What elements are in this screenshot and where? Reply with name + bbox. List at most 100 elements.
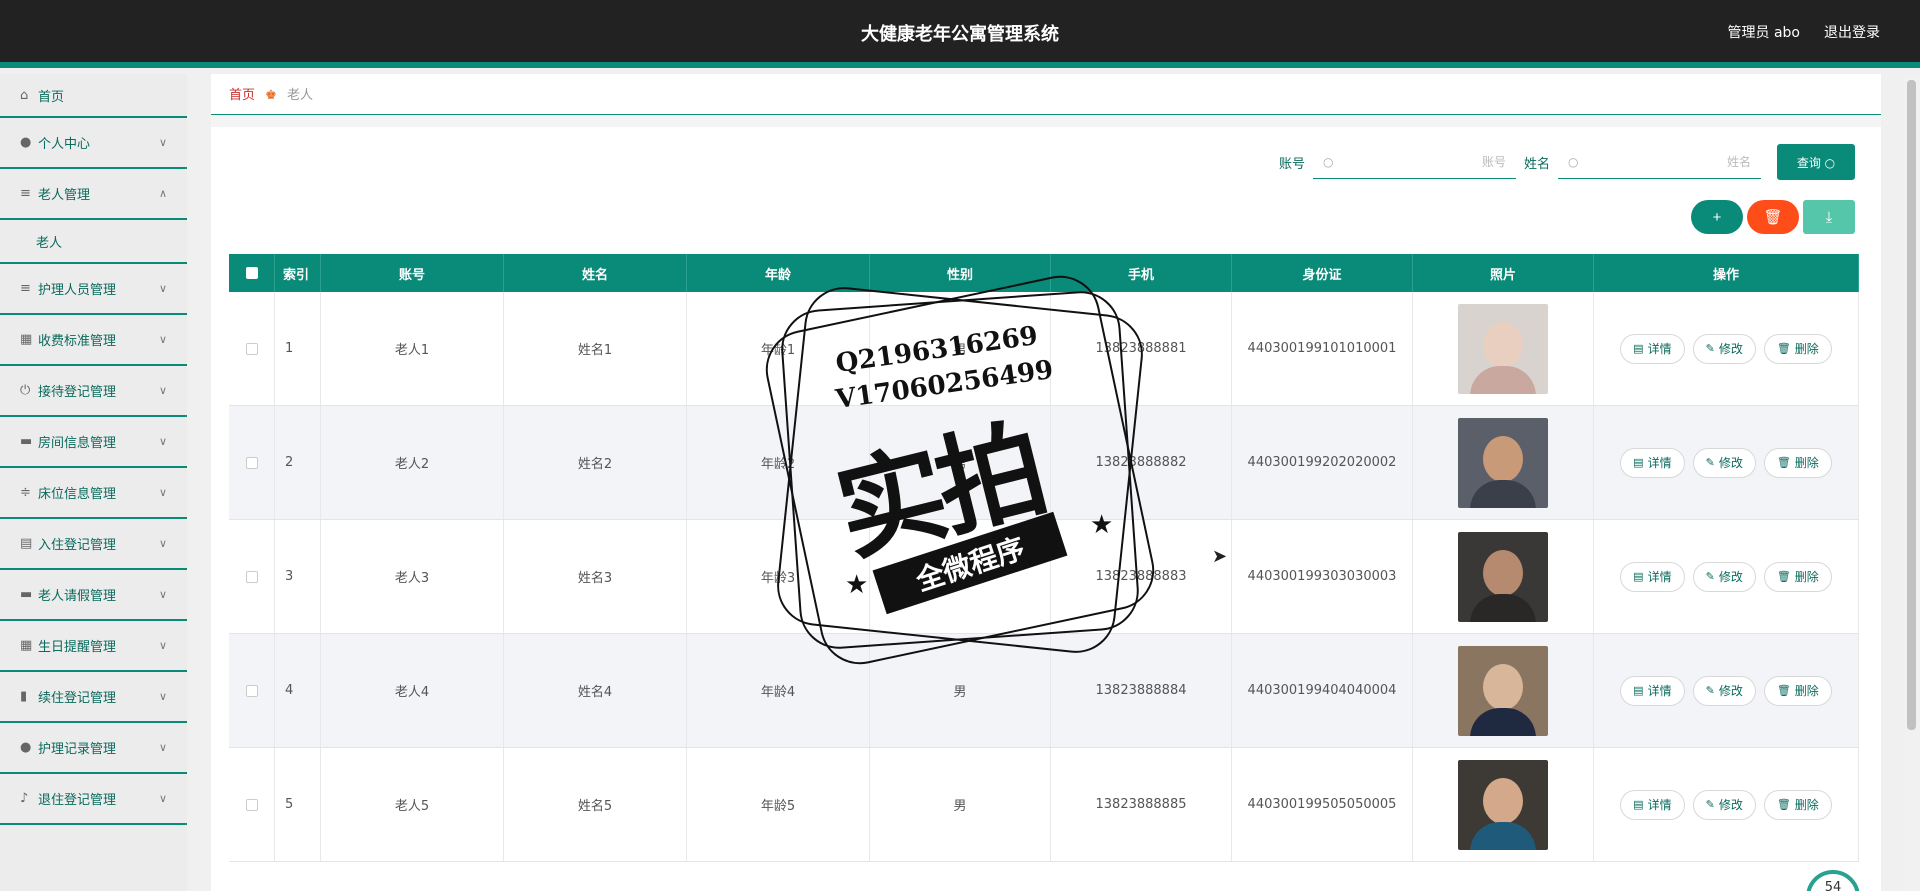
delete-button[interactable]: 🗑 删除 [1763, 789, 1832, 820]
row-checkbox[interactable] [245, 798, 258, 811]
photo-body [1470, 479, 1536, 508]
detail-label: 详情 [1647, 456, 1672, 470]
row-select-cell [229, 520, 275, 633]
scrollbar-thumb[interactable] [1907, 80, 1916, 730]
header-name[interactable]: 姓名 [504, 254, 687, 292]
chevron-down-icon: ∨ [158, 537, 167, 550]
cell-idcard: 440300199101010001 [1232, 292, 1413, 405]
chevron-down-icon: ∨ [158, 282, 167, 295]
cell-age: 年龄4 [687, 634, 870, 747]
sidebar-item-fees[interactable]: ▦ 收费标准管理 ∨ [0, 315, 187, 366]
name-search-box: ○ [1558, 145, 1761, 179]
detail-button[interactable]: ▤ 详情 [1620, 333, 1685, 364]
action-bar: + 🗑 ⤓ [1691, 200, 1855, 234]
delete-button[interactable]: 🗑 删除 [1763, 561, 1832, 592]
search-icon: ○ [1568, 154, 1579, 169]
sidebar-item-beds[interactable]: ≑ 床位信息管理 ∨ [0, 468, 187, 519]
elderly-photo [1458, 417, 1548, 508]
edit-button[interactable]: ✎ 修改 [1692, 675, 1756, 706]
row-checkbox[interactable] [245, 456, 258, 469]
table-row: 5 老人5 姓名5 年龄5 男 13823888885 440300199505… [229, 748, 1859, 862]
sidebar-item-checkout[interactable]: ♪ 退住登记管理 ∨ [0, 774, 187, 825]
cell-photo [1413, 748, 1594, 861]
cell-photo [1413, 634, 1594, 747]
top-header: 大健康老年公寓管理系统 管理员 abo 退出登录 [0, 0, 1920, 68]
sidebar-item-label: 个人中心 [38, 137, 91, 152]
cell-age: 年龄5 [687, 748, 870, 861]
edit-button[interactable]: ✎ 修改 [1692, 789, 1756, 820]
header-idcard[interactable]: 身份证 [1232, 254, 1413, 292]
export-button[interactable]: ⤓ [1803, 200, 1855, 234]
elderly-photo [1458, 645, 1548, 736]
sidebar-item-label: 首页 [38, 89, 65, 105]
chevron-down-icon: ∨ [158, 741, 167, 754]
detail-button[interactable]: ▤ 详情 [1620, 447, 1685, 478]
page-scrollbar[interactable] [1903, 74, 1920, 891]
edit-label: 修改 [1718, 456, 1743, 470]
query-button[interactable]: 查询 ○ [1777, 144, 1855, 180]
photo-face [1483, 321, 1523, 368]
edit-button[interactable]: ✎ 修改 [1692, 561, 1756, 592]
delete-button[interactable]: 🗑 删除 [1763, 447, 1832, 478]
sliders-icon: ≑ [20, 485, 31, 500]
header-account[interactable]: 账号 [321, 254, 504, 292]
sidebar-item-birthday[interactable]: ▦ 生日提醒管理 ∨ [0, 621, 187, 672]
edit-button[interactable]: ✎ 修改 [1692, 447, 1756, 478]
row-select-cell [229, 292, 275, 405]
table-row: 4 老人4 姓名4 年龄4 男 13823888884 440300199404… [229, 634, 1859, 748]
cell-gender: 男 [870, 406, 1051, 519]
logout-link[interactable]: 退出登录 [1824, 22, 1880, 42]
delete-button[interactable]: 🗑 删除 [1763, 675, 1832, 706]
header-gender[interactable]: 性别 [870, 254, 1051, 292]
delete-button[interactable]: 🗑 删除 [1763, 333, 1832, 364]
cell-account: 老人4 [321, 634, 504, 747]
sidebar-item-extension[interactable]: ▮ 续住登记管理 ∨ [0, 672, 187, 723]
account-search-input[interactable] [1333, 154, 1506, 169]
cell-phone: 13823888883 [1051, 520, 1232, 633]
detail-button[interactable]: ▤ 详情 [1620, 675, 1685, 706]
document-icon: ▤ [1633, 342, 1644, 355]
row-checkbox[interactable] [245, 570, 258, 583]
detail-label: 详情 [1647, 342, 1672, 356]
header-age[interactable]: 年龄 [687, 254, 870, 292]
user-icon: ● [20, 135, 32, 150]
header-phone[interactable]: 手机 [1051, 254, 1232, 292]
sidebar-item-label: 收费标准管理 [38, 334, 117, 349]
list-icon: ≡ [20, 186, 31, 201]
sidebar-item-nurses[interactable]: ≡ 护理人员管理 ∨ [0, 264, 187, 315]
cell-photo [1413, 520, 1594, 633]
section-gap [211, 115, 1881, 127]
monitor-icon: ▬ [20, 587, 33, 602]
edit-label: 修改 [1718, 684, 1743, 698]
sidebar-item-checkin[interactable]: ▤ 入住登记管理 ∨ [0, 519, 187, 570]
name-search-input[interactable] [1578, 154, 1751, 169]
sidebar-item-elderly[interactable]: ≡ 老人管理 ∧ [0, 169, 187, 220]
sidebar-item-personal[interactable]: ● 个人中心 ∨ [0, 118, 187, 169]
edit-label: 修改 [1718, 798, 1743, 812]
add-button[interactable]: + [1691, 200, 1743, 234]
batch-delete-button[interactable]: 🗑 [1747, 200, 1799, 234]
trash-icon: 🗑 [1776, 456, 1791, 469]
sidebar-item-home[interactable]: ⌂ 首页 [0, 74, 187, 118]
breadcrumb-home[interactable]: 首页 [229, 88, 255, 103]
cell-photo [1413, 406, 1594, 519]
row-checkbox[interactable] [245, 342, 258, 355]
row-checkbox[interactable] [245, 684, 258, 697]
cell-name: 姓名1 [504, 292, 687, 405]
select-all-checkbox[interactable] [245, 267, 258, 279]
sidebar-item-reception[interactable]: ⏻ 接待登记管理 ∨ [0, 366, 187, 417]
elderly-photo [1458, 303, 1548, 394]
edit-button[interactable]: ✎ 修改 [1692, 333, 1756, 364]
header-photo: 照片 [1413, 254, 1594, 292]
detail-button[interactable]: ▤ 详情 [1620, 561, 1685, 592]
photo-body [1470, 365, 1536, 394]
cell-gender: 男 [870, 748, 1051, 861]
photo-body [1470, 821, 1536, 850]
sidebar-item-rooms[interactable]: ▬ 房间信息管理 ∨ [0, 417, 187, 468]
detail-button[interactable]: ▤ 详情 [1620, 789, 1685, 820]
sidebar-item-care-records[interactable]: ● 护理记录管理 ∨ [0, 723, 187, 774]
sidebar-subitem-elderly[interactable]: 老人 [0, 220, 187, 264]
cell-name: 姓名4 [504, 634, 687, 747]
sidebar-item-leave[interactable]: ▬ 老人请假管理 ∨ [0, 570, 187, 621]
chevron-down-icon: ∨ [158, 588, 167, 601]
